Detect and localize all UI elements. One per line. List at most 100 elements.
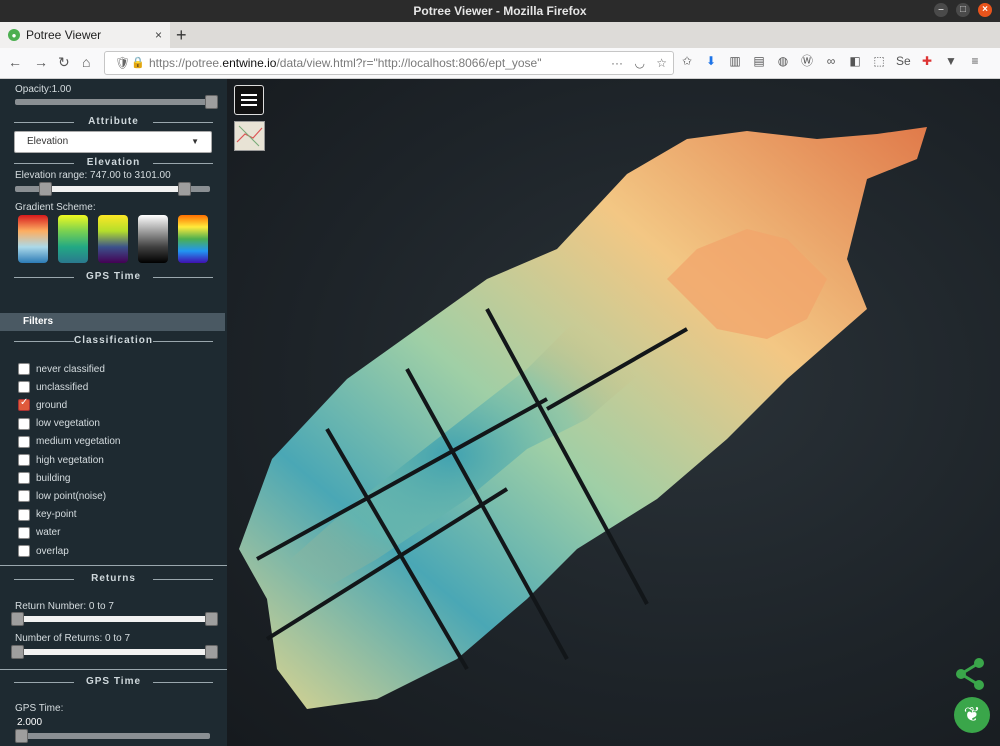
home-icon[interactable]: ⌂ — [82, 54, 90, 70]
reader-icon[interactable]: ▤ — [752, 54, 766, 68]
tab-label: Potree Viewer — [26, 28, 102, 42]
elevation-range-slider[interactable] — [15, 182, 210, 196]
classification-item-low-point-noise-[interactable]: low point(noise) — [18, 490, 106, 503]
pocket-icon[interactable]: ◡ — [635, 52, 645, 74]
gradient-viridis-icon[interactable] — [98, 215, 128, 263]
classification-item-building[interactable]: building — [18, 472, 70, 485]
tab-close-icon[interactable]: × — [155, 28, 162, 42]
gradient-scheme-list — [18, 215, 208, 263]
classification-checkbox[interactable] — [18, 417, 30, 430]
account-icon[interactable]: ✩ — [680, 54, 694, 68]
classification-checkbox[interactable] — [18, 545, 30, 557]
elevation-max-handle[interactable] — [178, 182, 191, 196]
download-icon[interactable]: ⬇ — [704, 54, 718, 68]
bookmark-star-icon[interactable]: ☆ — [656, 52, 667, 74]
maximize-button[interactable]: □ — [956, 3, 970, 17]
new-tab-button[interactable]: + — [176, 22, 187, 48]
gps-time-attr-title: GPS Time — [0, 271, 227, 282]
screenshot-icon[interactable]: ⬚ — [872, 54, 886, 68]
classification-item-high-vegetation[interactable]: high vegetation — [18, 454, 104, 466]
opacity-slider[interactable] — [15, 95, 218, 109]
reload-icon[interactable]: ↻ — [58, 54, 70, 71]
more-actions-icon[interactable]: ··· — [611, 52, 623, 74]
classification-checkbox[interactable] — [18, 526, 30, 539]
chevron-down-icon: ▼ — [191, 137, 199, 146]
point-cloud-viewer[interactable]: ❦ — [227, 79, 1000, 746]
potree-logo-icon[interactable]: ❦ — [954, 697, 990, 733]
filters-panel-header[interactable]: Filters — [0, 313, 225, 331]
filter-icon[interactable]: ▼ — [944, 54, 958, 68]
attribute-selected-value: Elevation — [27, 136, 69, 147]
number-of-returns-max-handle[interactable] — [205, 645, 218, 659]
classification-checkbox[interactable] — [18, 454, 30, 466]
wordpress-icon[interactable]: Ⓦ — [800, 54, 814, 68]
classification-label: key-point — [36, 509, 77, 521]
classification-checkbox[interactable] — [18, 508, 30, 521]
back-icon[interactable]: ← — [8, 54, 22, 70]
return-number-max-handle[interactable] — [205, 612, 218, 626]
gradient-rainbow-icon[interactable] — [178, 215, 208, 263]
number-of-returns-slider[interactable] — [11, 645, 218, 659]
gps-time-handle[interactable] — [15, 729, 28, 743]
url-text: https://potree.entwine.io/data/view.html… — [149, 56, 542, 70]
opacity-slider-handle[interactable] — [205, 95, 218, 109]
window-title-bar: Potree Viewer - Mozilla Firefox – □ × — [0, 0, 1000, 22]
return-number-label: Return Number: 0 to 7 — [15, 601, 114, 612]
classification-label: ground — [36, 399, 68, 411]
classification-label: low vegetation — [36, 418, 100, 430]
puzzle-icon[interactable]: ✚ — [920, 54, 934, 68]
potree-favicon-icon: ● — [8, 29, 20, 41]
minimize-button[interactable]: – — [934, 3, 948, 17]
classification-checkbox[interactable] — [18, 381, 30, 394]
gps-time-label: GPS Time: — [15, 703, 64, 714]
classification-item-ground[interactable]: ground — [18, 397, 68, 412]
return-number-slider[interactable] — [11, 612, 218, 626]
classification-label: overlap — [36, 545, 69, 557]
classification-item-water[interactable]: water — [18, 526, 61, 539]
map-thumbnail[interactable] — [234, 121, 265, 151]
selenium-icon[interactable]: Se — [896, 54, 911, 68]
elevation-min-handle[interactable] — [39, 182, 52, 196]
lock-icon[interactable]: 🔒 — [131, 52, 145, 74]
elevation-title: Elevation — [0, 157, 227, 168]
opacity-label: Opacity:1.00 — [15, 84, 72, 95]
classification-item-low-vegetation[interactable]: low vegetation — [18, 417, 100, 430]
return-number-min-handle[interactable] — [11, 612, 24, 626]
classification-item-unclassified[interactable]: unclassified — [18, 381, 88, 394]
gradient-yellow-green-icon[interactable] — [58, 215, 88, 263]
classification-item-overlap[interactable]: overlap — [18, 545, 69, 557]
point-cloud-render[interactable] — [227, 79, 1000, 746]
gradient-grayscale-icon[interactable] — [138, 215, 168, 263]
gps-time-slider[interactable] — [15, 729, 210, 743]
globe-icon[interactable]: ◍ — [776, 54, 790, 68]
attribute-select[interactable]: Elevation ▼ — [14, 131, 212, 153]
classification-label: water — [36, 527, 61, 539]
gradient-spectral-icon[interactable] — [18, 215, 48, 263]
forward-icon[interactable]: → — [34, 54, 48, 70]
url-bar[interactable]: 🛡 🔒 https://potree.entwine.io/data/view.… — [104, 51, 674, 75]
classification-checkbox[interactable] — [18, 472, 30, 485]
glasses-icon[interactable]: ∞ — [824, 54, 838, 68]
library-icon[interactable]: ▥ — [728, 54, 742, 68]
elevation-range-fill — [45, 186, 183, 192]
toolbar-icons: ✩ ⬇ ▥ ▤ ◍ Ⓦ ∞ ◧ ⬚ Se ✚ ▼ ≡ — [680, 54, 982, 68]
classification-checkbox[interactable] — [18, 435, 30, 448]
hamburger-menu-icon[interactable]: ≡ — [968, 54, 982, 68]
attribute-title: Attribute — [0, 116, 227, 127]
close-window-button[interactable]: × — [978, 3, 992, 17]
classification-item-never-classified[interactable]: never classified — [18, 363, 105, 375]
tab-potree-viewer[interactable]: ● Potree Viewer × — [0, 22, 170, 48]
classification-item-medium-vegetation[interactable]: medium vegetation — [18, 435, 121, 448]
classification-item-key-point[interactable]: key-point — [18, 508, 77, 521]
share-icon[interactable] — [953, 657, 987, 691]
extension-icon[interactable]: ◧ — [848, 54, 862, 68]
sidebar-toggle-button[interactable] — [234, 85, 264, 115]
navigation-bar: ← → ↻ ⌂ 🛡 🔒 https://potree.entwine.io/da… — [0, 48, 1000, 79]
classification-checkbox[interactable] — [18, 490, 30, 503]
classification-checkbox[interactable] — [18, 363, 30, 375]
classification-checkbox[interactable] — [18, 397, 30, 412]
shield-icon[interactable]: 🛡 — [115, 52, 130, 74]
gps-time-value: 2.000 — [17, 717, 43, 728]
number-of-returns-min-handle[interactable] — [11, 645, 24, 659]
elevation-range-label: Elevation range: 747.00 to 3101.00 — [15, 170, 171, 181]
